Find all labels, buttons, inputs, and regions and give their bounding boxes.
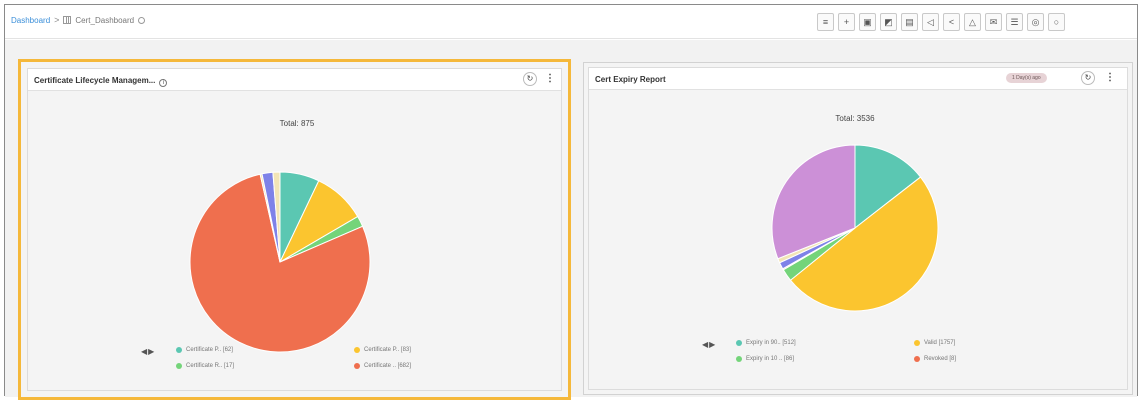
delete-icon[interactable]: ▤ xyxy=(901,13,918,31)
legend-label: Revoked [8] xyxy=(924,356,957,362)
widget-certificate-lifecycle[interactable]: Certificate Lifecycle Managem... i ↻ ⋮ To… xyxy=(18,59,571,400)
toolbar: ≡ + ▣ ◩ ▤ ◁ < △ ✉ ☰ ◎ ○ xyxy=(817,13,1065,31)
filter-icon[interactable]: ☰ xyxy=(1006,13,1023,31)
save-icon[interactable]: ▣ xyxy=(859,13,876,31)
legend-pager: ◀ ▶ xyxy=(702,340,715,349)
share-icon[interactable]: < xyxy=(943,13,960,31)
legend-pager: ◀ ▶ xyxy=(141,347,154,356)
widget-header: Cert Expiry Report 1 Day(s) ago ↻ ⋮ xyxy=(589,68,1127,90)
legend-swatch xyxy=(736,340,742,346)
breadcrumb-separator: > xyxy=(54,15,60,25)
breadcrumb: Dashboard > Cert_Dashboard xyxy=(11,15,146,25)
last-updated-badge: 1 Day(s) ago xyxy=(1006,73,1047,83)
dashboard-grid-icon xyxy=(63,16,72,24)
legend-item[interactable]: Certificate P.. [62] xyxy=(176,347,233,353)
legend-item[interactable]: Certificate R.. [17] xyxy=(176,363,234,369)
widget-title: Certificate Lifecycle Managem... i xyxy=(34,76,168,87)
widget-title-text: Certificate Lifecycle Managem... xyxy=(34,76,156,85)
legend-next-icon[interactable]: ▶ xyxy=(148,347,154,356)
legend-prev-icon[interactable]: ◀ xyxy=(702,340,708,349)
chart-total: Total: 875 xyxy=(279,119,315,128)
info-icon[interactable]: i xyxy=(159,79,168,87)
legend-item[interactable]: Expiry in 10 .. [86] xyxy=(736,356,794,362)
legend-item[interactable]: Revoked [8] xyxy=(914,356,956,362)
breadcrumb-dashboard-link[interactable]: Dashboard xyxy=(11,16,50,25)
legend-label: Expiry in 90.. [512] xyxy=(746,340,796,346)
legend-item[interactable]: Expiry in 90.. [512] xyxy=(736,340,796,346)
widget-title: Cert Expiry Report xyxy=(595,75,666,84)
legend-item[interactable]: Certificate P.. [83] xyxy=(354,347,411,353)
widget-body: Certificate Lifecycle Managem... i ↻ ⋮ To… xyxy=(27,68,562,391)
legend-swatch xyxy=(354,363,360,369)
legend-next-icon[interactable]: ▶ xyxy=(709,340,715,349)
legend-label: Certificate R.. [17] xyxy=(186,363,235,369)
top-bar: Dashboard > Cert_Dashboard ≡ + ▣ ◩ ▤ ◁ < △ ✉ ☰ ◎ ○ xyxy=(5,5,1137,39)
dashboard-info-icon[interactable] xyxy=(138,16,146,24)
settings-icon[interactable]: ◎ xyxy=(1027,13,1044,31)
list-icon[interactable]: ≡ xyxy=(817,13,834,31)
app-window: Dashboard > Cert_Dashboard ≡ + ▣ ◩ ▤ ◁ < △ ✉ ☰ ◎ ○ … xyxy=(4,4,1138,400)
legend-item[interactable]: Valid [1757] xyxy=(914,340,955,346)
pie-chart xyxy=(771,144,939,312)
legend-swatch xyxy=(176,347,182,353)
legend-swatch xyxy=(914,340,920,346)
legend-label: Certificate P.. [62] xyxy=(186,347,233,353)
legend-swatch xyxy=(736,356,742,362)
legend-prev-icon[interactable]: ◀ xyxy=(141,347,147,356)
legend-swatch xyxy=(354,347,360,353)
legend-label: Valid [1757] xyxy=(924,340,956,346)
upload-icon[interactable]: △ xyxy=(964,13,981,31)
legend-swatch xyxy=(176,363,182,369)
widget-header: Certificate Lifecycle Managem... i ↻ ⋮ xyxy=(28,69,561,91)
dashboard-canvas: Certificate Lifecycle Managem... i ↻ ⋮ To… xyxy=(5,40,1137,400)
refresh-icon[interactable]: ↻ xyxy=(1081,71,1095,85)
announce-icon[interactable]: ◁ xyxy=(922,13,939,31)
legend-label: Certificate .. [682] xyxy=(364,363,412,369)
legend-swatch xyxy=(914,356,920,362)
chart-total: Total: 3536 xyxy=(835,114,875,123)
pie-chart xyxy=(189,171,371,353)
breadcrumb-current: Cert_Dashboard xyxy=(75,15,135,25)
more-options-icon[interactable]: ⋮ xyxy=(545,73,555,85)
legend-label: Certificate P.. [83] xyxy=(364,347,411,353)
add-icon[interactable]: + xyxy=(838,13,855,31)
refresh-icon[interactable]: ↻ xyxy=(523,72,537,86)
save-as-icon[interactable]: ◩ xyxy=(880,13,897,31)
legend-label: Expiry in 10 .. [86] xyxy=(746,356,795,362)
widget-body: Cert Expiry Report 1 Day(s) ago ↻ ⋮ Tota… xyxy=(588,67,1128,390)
power-icon[interactable]: ○ xyxy=(1048,13,1065,31)
mail-icon[interactable]: ✉ xyxy=(985,13,1002,31)
legend-item[interactable]: Certificate .. [682] xyxy=(354,363,411,369)
more-options-icon[interactable]: ⋮ xyxy=(1105,72,1115,84)
widget-cert-expiry-report[interactable]: Cert Expiry Report 1 Day(s) ago ↻ ⋮ Tota… xyxy=(583,62,1133,395)
